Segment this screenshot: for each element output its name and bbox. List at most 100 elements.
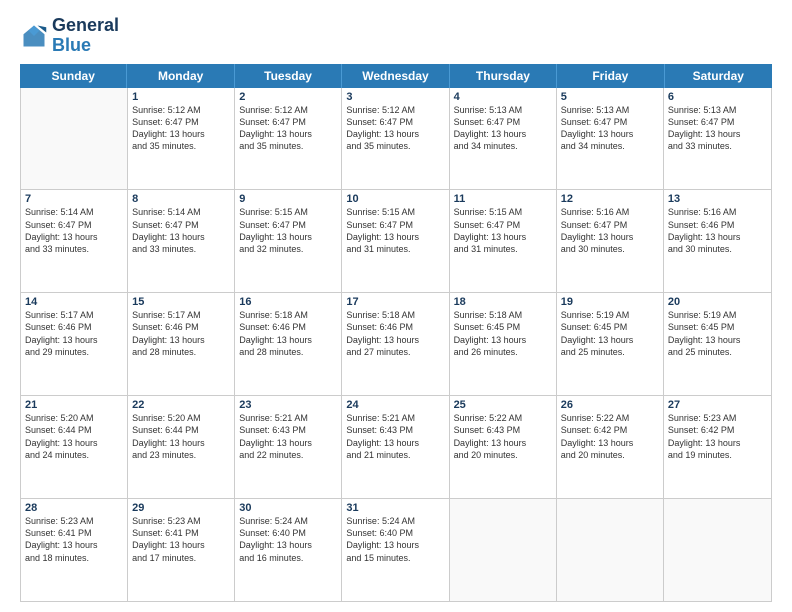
day-number: 1 xyxy=(132,91,230,103)
cell-info: Sunrise: 5:18 AMSunset: 6:46 PMDaylight:… xyxy=(239,309,337,358)
day-number: 6 xyxy=(668,91,767,103)
header-cell-friday: Friday xyxy=(557,64,664,88)
day-number: 10 xyxy=(346,193,444,205)
cell-info: Sunrise: 5:23 AMSunset: 6:41 PMDaylight:… xyxy=(25,515,123,564)
cal-cell: 25Sunrise: 5:22 AMSunset: 6:43 PMDayligh… xyxy=(450,396,557,498)
logo-icon xyxy=(20,22,48,50)
header-cell-sunday: Sunday xyxy=(20,64,127,88)
calendar-row-2: 7Sunrise: 5:14 AMSunset: 6:47 PMDaylight… xyxy=(21,190,771,293)
cell-info: Sunrise: 5:23 AMSunset: 6:41 PMDaylight:… xyxy=(132,515,230,564)
cell-info: Sunrise: 5:15 AMSunset: 6:47 PMDaylight:… xyxy=(346,206,444,255)
cal-cell: 3Sunrise: 5:12 AMSunset: 6:47 PMDaylight… xyxy=(342,88,449,190)
cal-cell: 27Sunrise: 5:23 AMSunset: 6:42 PMDayligh… xyxy=(664,396,771,498)
cell-info: Sunrise: 5:12 AMSunset: 6:47 PMDaylight:… xyxy=(132,104,230,153)
cal-cell: 23Sunrise: 5:21 AMSunset: 6:43 PMDayligh… xyxy=(235,396,342,498)
calendar-row-5: 28Sunrise: 5:23 AMSunset: 6:41 PMDayligh… xyxy=(21,499,771,601)
day-number: 12 xyxy=(561,193,659,205)
calendar: SundayMondayTuesdayWednesdayThursdayFrid… xyxy=(20,64,772,602)
day-number: 24 xyxy=(346,399,444,411)
cell-info: Sunrise: 5:14 AMSunset: 6:47 PMDaylight:… xyxy=(25,206,123,255)
cell-info: Sunrise: 5:14 AMSunset: 6:47 PMDaylight:… xyxy=(132,206,230,255)
calendar-row-1: 1Sunrise: 5:12 AMSunset: 6:47 PMDaylight… xyxy=(21,88,771,191)
calendar-page: General Blue SundayMondayTuesdayWednesda… xyxy=(0,0,792,612)
cal-cell: 2Sunrise: 5:12 AMSunset: 6:47 PMDaylight… xyxy=(235,88,342,190)
cal-cell: 6Sunrise: 5:13 AMSunset: 6:47 PMDaylight… xyxy=(664,88,771,190)
cal-cell: 17Sunrise: 5:18 AMSunset: 6:46 PMDayligh… xyxy=(342,293,449,395)
day-number: 2 xyxy=(239,91,337,103)
cal-cell: 13Sunrise: 5:16 AMSunset: 6:46 PMDayligh… xyxy=(664,190,771,292)
day-number: 25 xyxy=(454,399,552,411)
cell-info: Sunrise: 5:21 AMSunset: 6:43 PMDaylight:… xyxy=(239,412,337,461)
day-number: 29 xyxy=(132,502,230,514)
cal-cell: 20Sunrise: 5:19 AMSunset: 6:45 PMDayligh… xyxy=(664,293,771,395)
cal-cell xyxy=(21,88,128,190)
day-number: 28 xyxy=(25,502,123,514)
cal-cell: 14Sunrise: 5:17 AMSunset: 6:46 PMDayligh… xyxy=(21,293,128,395)
header-cell-thursday: Thursday xyxy=(450,64,557,88)
cell-info: Sunrise: 5:24 AMSunset: 6:40 PMDaylight:… xyxy=(346,515,444,564)
day-number: 27 xyxy=(668,399,767,411)
cal-cell: 9Sunrise: 5:15 AMSunset: 6:47 PMDaylight… xyxy=(235,190,342,292)
cell-info: Sunrise: 5:17 AMSunset: 6:46 PMDaylight:… xyxy=(25,309,123,358)
cal-cell: 1Sunrise: 5:12 AMSunset: 6:47 PMDaylight… xyxy=(128,88,235,190)
day-number: 4 xyxy=(454,91,552,103)
header-cell-monday: Monday xyxy=(127,64,234,88)
cell-info: Sunrise: 5:13 AMSunset: 6:47 PMDaylight:… xyxy=(668,104,767,153)
day-number: 7 xyxy=(25,193,123,205)
cell-info: Sunrise: 5:18 AMSunset: 6:45 PMDaylight:… xyxy=(454,309,552,358)
cell-info: Sunrise: 5:13 AMSunset: 6:47 PMDaylight:… xyxy=(561,104,659,153)
calendar-header: SundayMondayTuesdayWednesdayThursdayFrid… xyxy=(20,64,772,88)
cal-cell xyxy=(664,499,771,601)
cal-cell: 24Sunrise: 5:21 AMSunset: 6:43 PMDayligh… xyxy=(342,396,449,498)
cal-cell xyxy=(450,499,557,601)
day-number: 14 xyxy=(25,296,123,308)
calendar-body: 1Sunrise: 5:12 AMSunset: 6:47 PMDaylight… xyxy=(20,88,772,602)
header-cell-saturday: Saturday xyxy=(665,64,772,88)
cal-cell: 26Sunrise: 5:22 AMSunset: 6:42 PMDayligh… xyxy=(557,396,664,498)
logo-text: General Blue xyxy=(52,16,119,56)
cal-cell xyxy=(557,499,664,601)
cal-cell: 12Sunrise: 5:16 AMSunset: 6:47 PMDayligh… xyxy=(557,190,664,292)
calendar-row-4: 21Sunrise: 5:20 AMSunset: 6:44 PMDayligh… xyxy=(21,396,771,499)
cell-info: Sunrise: 5:16 AMSunset: 6:46 PMDaylight:… xyxy=(668,206,767,255)
header-cell-tuesday: Tuesday xyxy=(235,64,342,88)
cell-info: Sunrise: 5:15 AMSunset: 6:47 PMDaylight:… xyxy=(239,206,337,255)
cell-info: Sunrise: 5:12 AMSunset: 6:47 PMDaylight:… xyxy=(346,104,444,153)
cal-cell: 21Sunrise: 5:20 AMSunset: 6:44 PMDayligh… xyxy=(21,396,128,498)
logo: General Blue xyxy=(20,16,119,56)
day-number: 23 xyxy=(239,399,337,411)
cell-info: Sunrise: 5:20 AMSunset: 6:44 PMDaylight:… xyxy=(25,412,123,461)
day-number: 31 xyxy=(346,502,444,514)
day-number: 30 xyxy=(239,502,337,514)
day-number: 19 xyxy=(561,296,659,308)
cal-cell: 11Sunrise: 5:15 AMSunset: 6:47 PMDayligh… xyxy=(450,190,557,292)
day-number: 13 xyxy=(668,193,767,205)
cal-cell: 29Sunrise: 5:23 AMSunset: 6:41 PMDayligh… xyxy=(128,499,235,601)
day-number: 17 xyxy=(346,296,444,308)
calendar-row-3: 14Sunrise: 5:17 AMSunset: 6:46 PMDayligh… xyxy=(21,293,771,396)
cell-info: Sunrise: 5:13 AMSunset: 6:47 PMDaylight:… xyxy=(454,104,552,153)
cal-cell: 7Sunrise: 5:14 AMSunset: 6:47 PMDaylight… xyxy=(21,190,128,292)
cell-info: Sunrise: 5:17 AMSunset: 6:46 PMDaylight:… xyxy=(132,309,230,358)
cal-cell: 15Sunrise: 5:17 AMSunset: 6:46 PMDayligh… xyxy=(128,293,235,395)
cell-info: Sunrise: 5:15 AMSunset: 6:47 PMDaylight:… xyxy=(454,206,552,255)
cal-cell: 22Sunrise: 5:20 AMSunset: 6:44 PMDayligh… xyxy=(128,396,235,498)
cal-cell: 5Sunrise: 5:13 AMSunset: 6:47 PMDaylight… xyxy=(557,88,664,190)
day-number: 15 xyxy=(132,296,230,308)
cal-cell: 28Sunrise: 5:23 AMSunset: 6:41 PMDayligh… xyxy=(21,499,128,601)
cal-cell: 31Sunrise: 5:24 AMSunset: 6:40 PMDayligh… xyxy=(342,499,449,601)
cal-cell: 4Sunrise: 5:13 AMSunset: 6:47 PMDaylight… xyxy=(450,88,557,190)
cell-info: Sunrise: 5:21 AMSunset: 6:43 PMDaylight:… xyxy=(346,412,444,461)
day-number: 8 xyxy=(132,193,230,205)
cell-info: Sunrise: 5:24 AMSunset: 6:40 PMDaylight:… xyxy=(239,515,337,564)
day-number: 16 xyxy=(239,296,337,308)
cell-info: Sunrise: 5:18 AMSunset: 6:46 PMDaylight:… xyxy=(346,309,444,358)
cal-cell: 10Sunrise: 5:15 AMSunset: 6:47 PMDayligh… xyxy=(342,190,449,292)
cal-cell: 30Sunrise: 5:24 AMSunset: 6:40 PMDayligh… xyxy=(235,499,342,601)
cell-info: Sunrise: 5:22 AMSunset: 6:42 PMDaylight:… xyxy=(561,412,659,461)
header-cell-wednesday: Wednesday xyxy=(342,64,449,88)
day-number: 20 xyxy=(668,296,767,308)
day-number: 22 xyxy=(132,399,230,411)
cal-cell: 19Sunrise: 5:19 AMSunset: 6:45 PMDayligh… xyxy=(557,293,664,395)
day-number: 18 xyxy=(454,296,552,308)
